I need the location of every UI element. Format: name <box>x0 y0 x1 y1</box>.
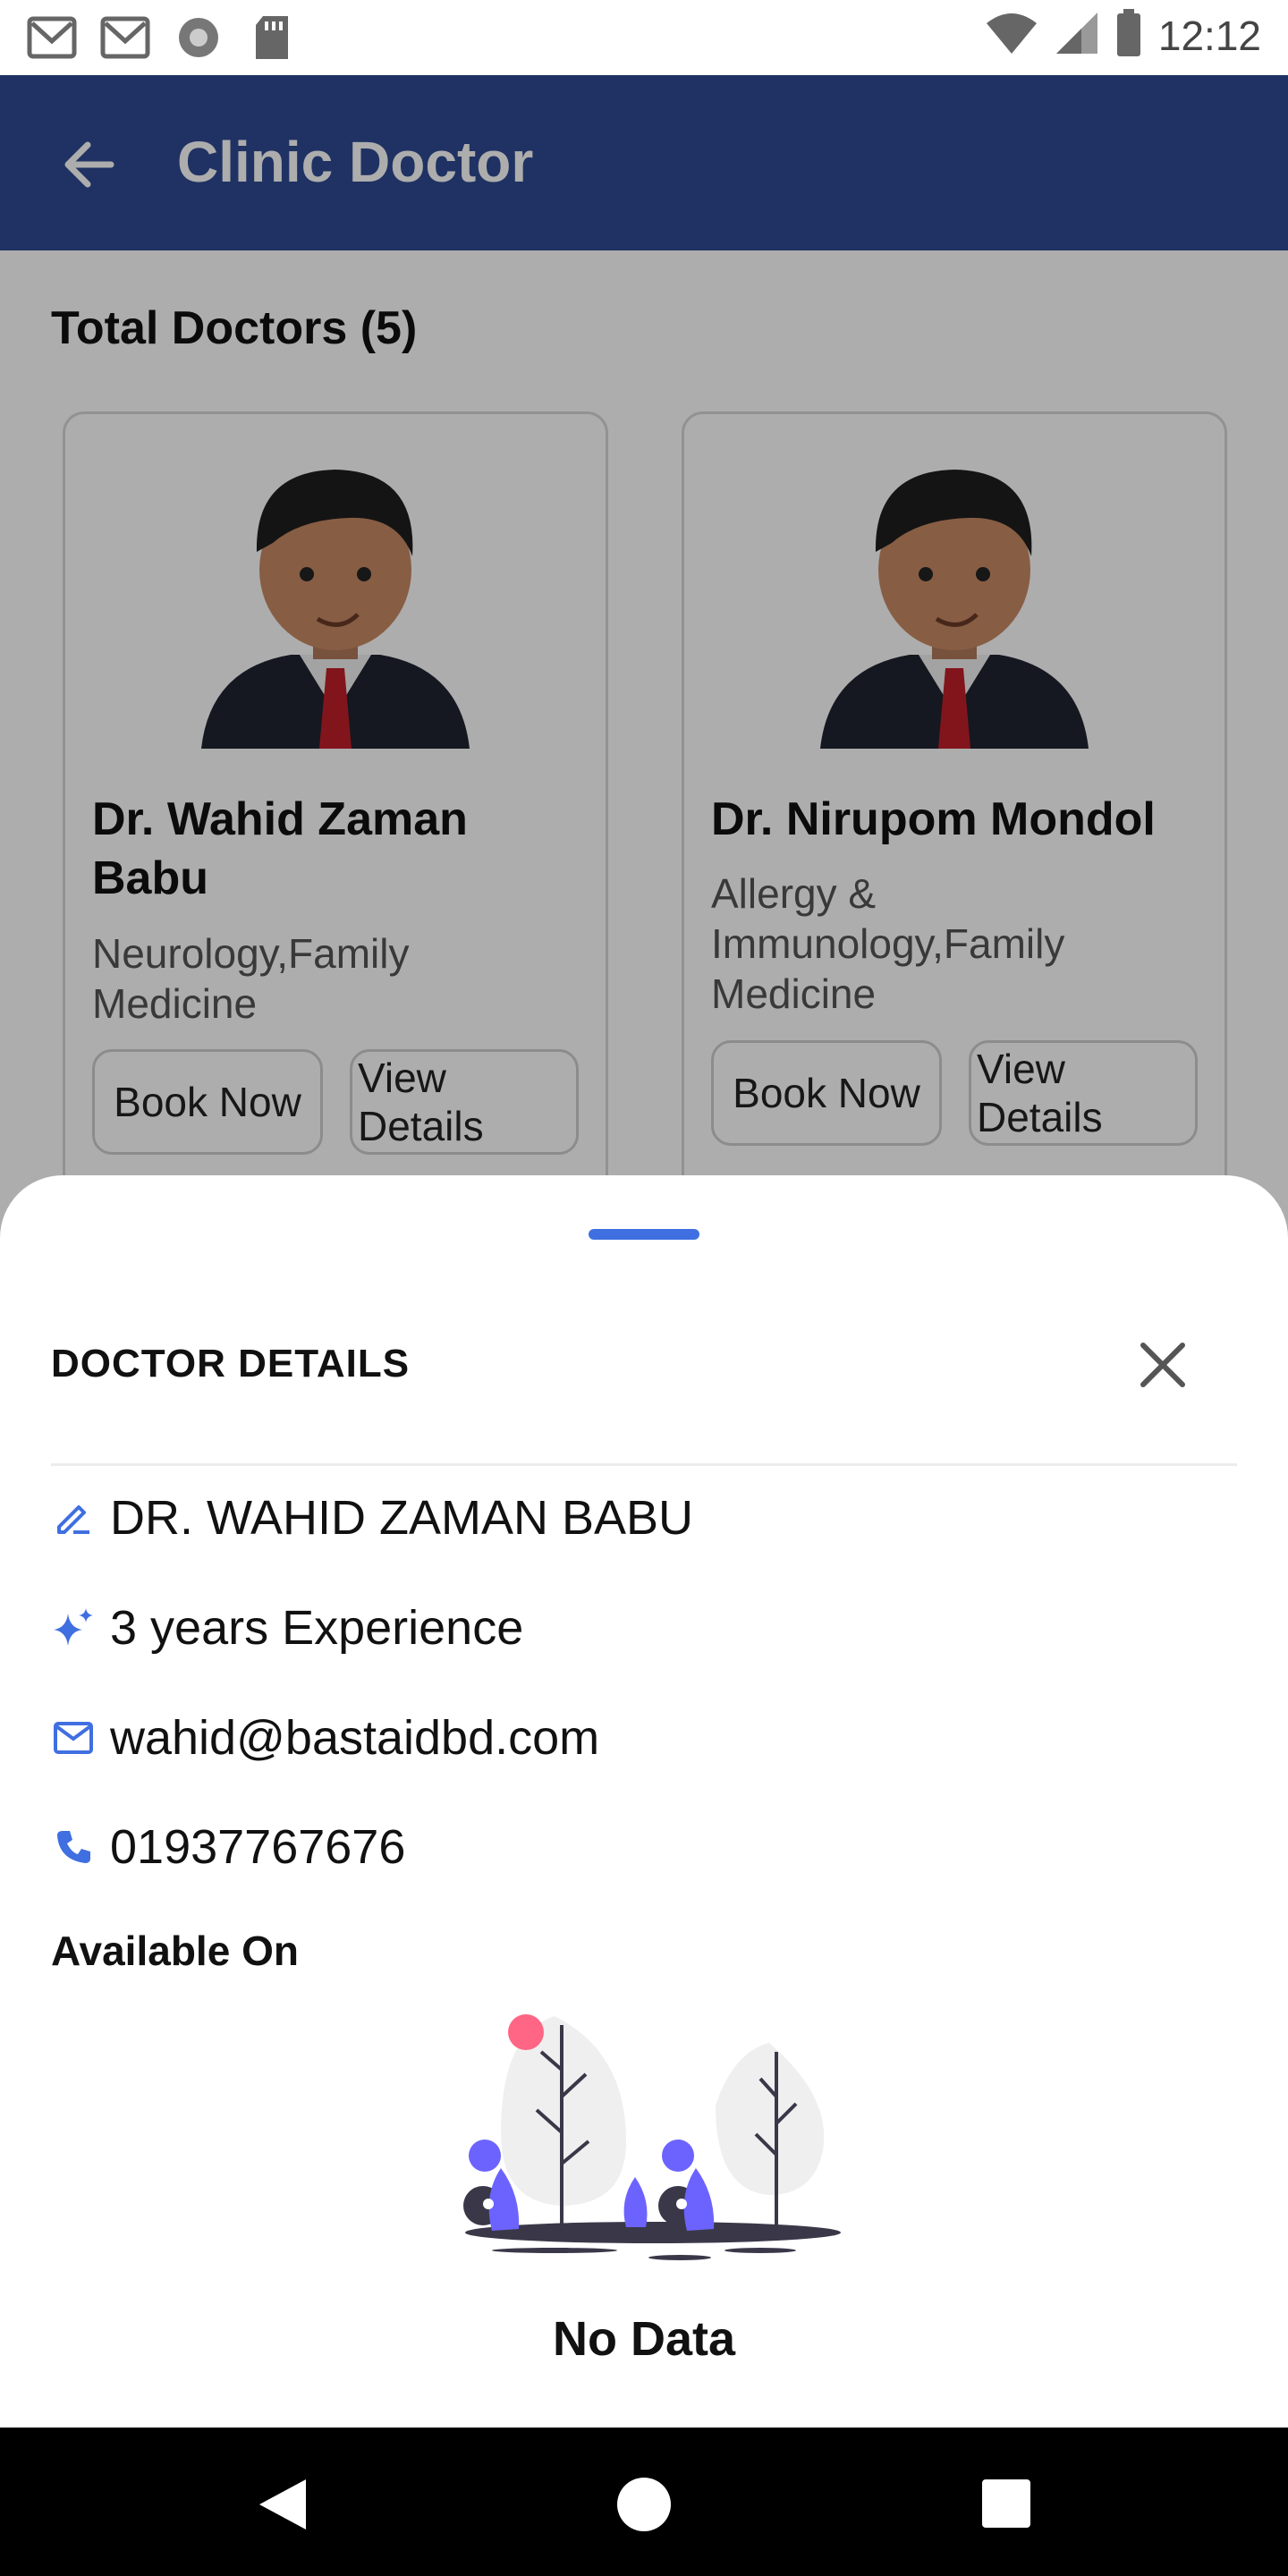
available-on-label: Available On <box>51 1928 299 1974</box>
phone-icon <box>51 1825 96 1869</box>
mail-icon <box>27 13 77 63</box>
nav-recents-icon[interactable] <box>982 2479 1030 2528</box>
sync-icon <box>174 13 224 63</box>
mail-icon <box>100 13 150 63</box>
phone-row: 01937767676 <box>51 1816 405 1878</box>
email-value[interactable]: wahid@bastaidbd.com <box>110 1710 599 1766</box>
sparkle-icon <box>51 1606 96 1650</box>
nav-home-icon[interactable] <box>617 2478 671 2531</box>
battery-icon <box>1115 9 1142 62</box>
email-row: wahid@bastaidbd.com <box>51 1707 599 1769</box>
doctor-name-value: DR. WAHID ZAMAN BABU <box>110 1491 694 1545</box>
empty-state-text: No Data <box>552 2312 736 2366</box>
experience-value: 3 years Experience <box>110 1601 524 1655</box>
mail-icon <box>51 1716 96 1760</box>
doctor-name-row: DR. WAHID ZAMAN BABU <box>51 1487 693 1549</box>
drag-handle[interactable] <box>589 1229 699 1240</box>
edit-icon <box>51 1496 96 1540</box>
system-nav-bar <box>0 2428 1288 2576</box>
sheet-title: DOCTOR DETAILS <box>51 1342 411 1385</box>
experience-row: 3 years Experience <box>51 1597 523 1659</box>
signal-icon <box>1055 11 1099 60</box>
wifi-icon <box>985 11 1038 60</box>
clock: 12:12 <box>1157 12 1261 59</box>
doctor-details-sheet: DOCTOR DETAILS DR. WAHID ZAMAN BABU 3 ye… <box>0 1175 1288 2428</box>
phone-value[interactable]: 01937767676 <box>110 1819 405 1875</box>
sd-card-icon <box>247 13 297 63</box>
divider <box>51 1463 1237 1466</box>
empty-state-illustration <box>447 1998 841 2267</box>
status-bar: 12:12 <box>0 0 1288 75</box>
close-icon[interactable] <box>1134 1336 1191 1394</box>
nav-back-icon[interactable] <box>256 2476 309 2533</box>
